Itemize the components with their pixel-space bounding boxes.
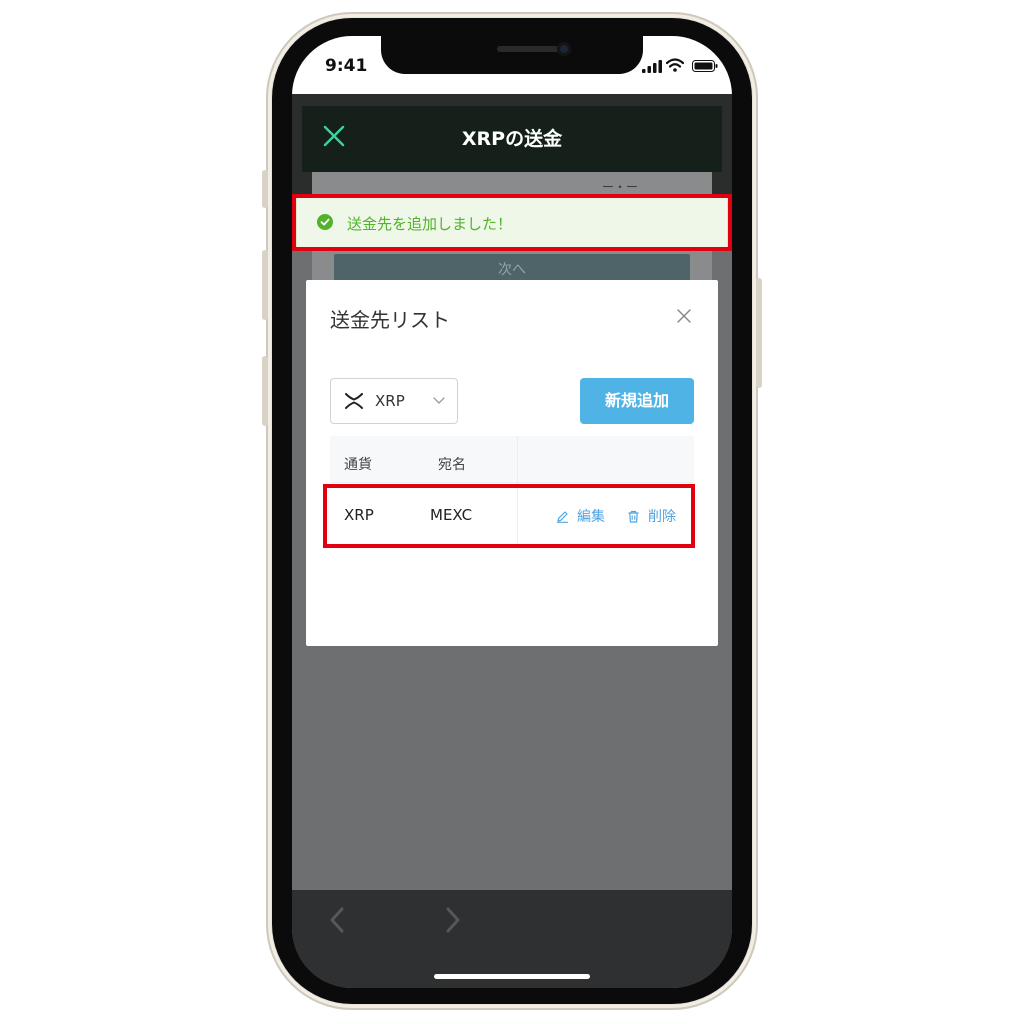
browser-toolbar: [292, 890, 732, 988]
side-button-volume-up: [262, 250, 268, 320]
phone-screen: 9:41 XRPの送金 ー・ー 次へ 送金先を追加しました！ 送金先リスト XR…: [292, 36, 732, 988]
table-header: 通貨 宛名: [330, 436, 694, 483]
wifi-icon: [666, 58, 684, 72]
row-highlight-frame: [323, 484, 695, 548]
chevron-left-icon[interactable]: [328, 906, 346, 934]
background-partial-text: ー・ー: [602, 180, 639, 194]
speaker-grille: [497, 46, 559, 52]
side-button-silent: [262, 170, 268, 208]
recipient-list-modal: 送金先リスト XRP 新規追加 通貨 宛名 XRP MEXC 編集 削除: [306, 280, 718, 646]
add-new-button[interactable]: 新規追加: [580, 378, 694, 424]
app-bar: XRPの送金: [302, 106, 722, 172]
column-header-name: 宛名: [438, 457, 466, 473]
column-header-currency: 通貨: [344, 457, 372, 473]
chevron-right-icon[interactable]: [444, 906, 462, 934]
toast-highlight-frame: [292, 194, 732, 251]
status-time: 9:41: [325, 56, 368, 76]
notch: [381, 36, 643, 74]
modal-title: 送金先リスト: [330, 308, 450, 332]
currency-select[interactable]: XRP: [330, 378, 458, 424]
camera-icon: [557, 42, 571, 56]
battery-icon: [692, 60, 718, 72]
home-indicator[interactable]: [434, 974, 590, 979]
close-icon[interactable]: [677, 309, 691, 323]
chevron-down-icon: [433, 397, 445, 404]
currency-select-value: XRP: [375, 392, 405, 410]
side-button-power: [756, 278, 762, 388]
signal-icon: [642, 60, 662, 73]
page-title: XRPの送金: [461, 128, 563, 150]
xrp-icon: [345, 393, 363, 409]
side-button-volume-down: [262, 356, 268, 426]
